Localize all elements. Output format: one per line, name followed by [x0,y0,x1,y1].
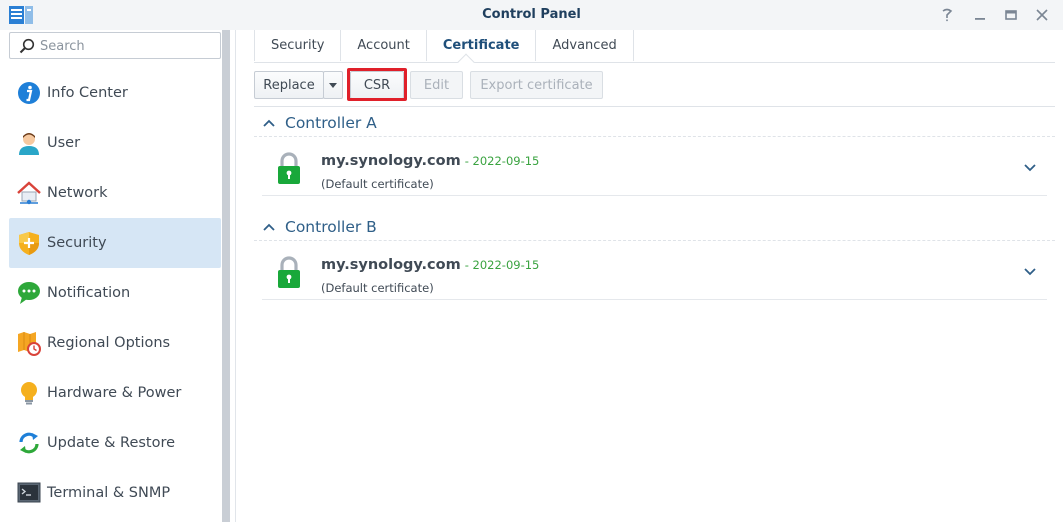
sidebar-item-label: Terminal & SNMP [47,485,171,501]
export-certificate-button[interactable]: Export certificate [470,71,603,99]
certificate-domain: my.synology.com - 2022-09-15 [321,153,539,169]
user-icon [19,133,39,155]
sidebar-item-hardware-power[interactable]: Hardware & Power [9,368,221,418]
certificate-domain-text: my.synology.com [321,153,461,169]
shield-icon [19,232,39,255]
sidebar-item-info-center[interactable]: Info Center [9,68,221,118]
tab-certificate[interactable]: Certificate [427,30,537,61]
section-title: Controller A [285,114,377,132]
certificate-description: (Default certificate) [321,281,434,295]
map-clock-icon [18,332,41,356]
toolbar-divider [254,106,1055,107]
csr-highlight-box [347,68,407,101]
sidebar-item-update-restore[interactable]: Update & Restore [9,418,221,468]
search-box[interactable] [9,32,221,59]
search-icon [19,38,35,54]
sidebar-item-user[interactable]: User [9,118,221,168]
network-icon [17,181,41,205]
sidebar-item-notification[interactable]: Notification [9,268,221,318]
section-header-controller-a[interactable]: Controller A [262,112,377,134]
section-divider [254,240,1055,241]
sidebar-item-network[interactable]: Network [9,168,221,218]
sidebar-item-label: User [47,135,81,151]
main-divider [235,30,236,522]
minimize-icon[interactable] [971,6,989,24]
edit-button[interactable]: Edit [410,71,463,99]
tab-advanced[interactable]: Advanced [536,30,634,61]
terminal-icon [17,482,41,503]
certificate-row[interactable]: my.synology.com - 2022-09-15 (Default cer… [262,244,1047,300]
tab-underline [254,62,1055,63]
chevron-down-icon[interactable] [1023,162,1037,174]
sidebar-item-regional-options[interactable]: Regional Options [9,318,221,368]
replace-dropdown-button[interactable] [323,71,343,99]
certificate-domain-text: my.synology.com [321,257,461,273]
sidebar-item-label: Network [47,185,108,201]
sidebar-scrollbar[interactable] [222,30,230,522]
info-icon [18,82,40,104]
search-input[interactable] [40,37,215,55]
chevron-up-icon[interactable] [262,220,276,234]
lock-icon [278,256,300,288]
maximize-icon[interactable] [1002,6,1020,24]
help-icon[interactable] [938,6,956,24]
lightbulb-icon [21,382,37,405]
chat-bubble-icon [18,282,40,304]
caret-down-icon [329,82,337,88]
section-divider [254,136,1055,137]
certificate-description: (Default certificate) [321,177,434,191]
title-bar: Control Panel [0,0,1063,30]
section-title: Controller B [285,218,377,236]
close-icon[interactable] [1033,6,1051,24]
certificate-row[interactable]: my.synology.com - 2022-09-15 (Default cer… [262,140,1047,196]
tab-security[interactable]: Security [254,30,342,61]
certificate-date: - 2022-09-15 [464,154,540,168]
sidebar-item-label: Notification [47,285,131,301]
sidebar-item-label: Security [47,235,107,251]
section-header-controller-b[interactable]: Controller B [262,216,377,238]
sidebar-item-label: Hardware & Power [47,385,182,401]
replace-button[interactable]: Replace [254,71,324,99]
sidebar-item-terminal-snmp[interactable]: Terminal & SNMP [9,468,221,518]
chevron-up-icon[interactable] [262,116,276,130]
tab-bar: Security Account Certificate Advanced [254,30,634,61]
sidebar-item-security[interactable]: Security [9,218,221,268]
certificate-domain: my.synology.com - 2022-09-15 [321,257,539,273]
sidebar-item-label: Regional Options [47,335,171,351]
sidebar-item-label: Update & Restore [47,435,176,451]
certificate-date: - 2022-09-15 [464,258,540,272]
tab-account[interactable]: Account [341,30,427,61]
sidebar-item-label: Info Center [47,85,128,101]
chevron-down-icon[interactable] [1023,266,1037,278]
lock-icon [278,152,300,184]
refresh-icon [19,432,39,454]
window-title: Control Panel [482,7,581,22]
